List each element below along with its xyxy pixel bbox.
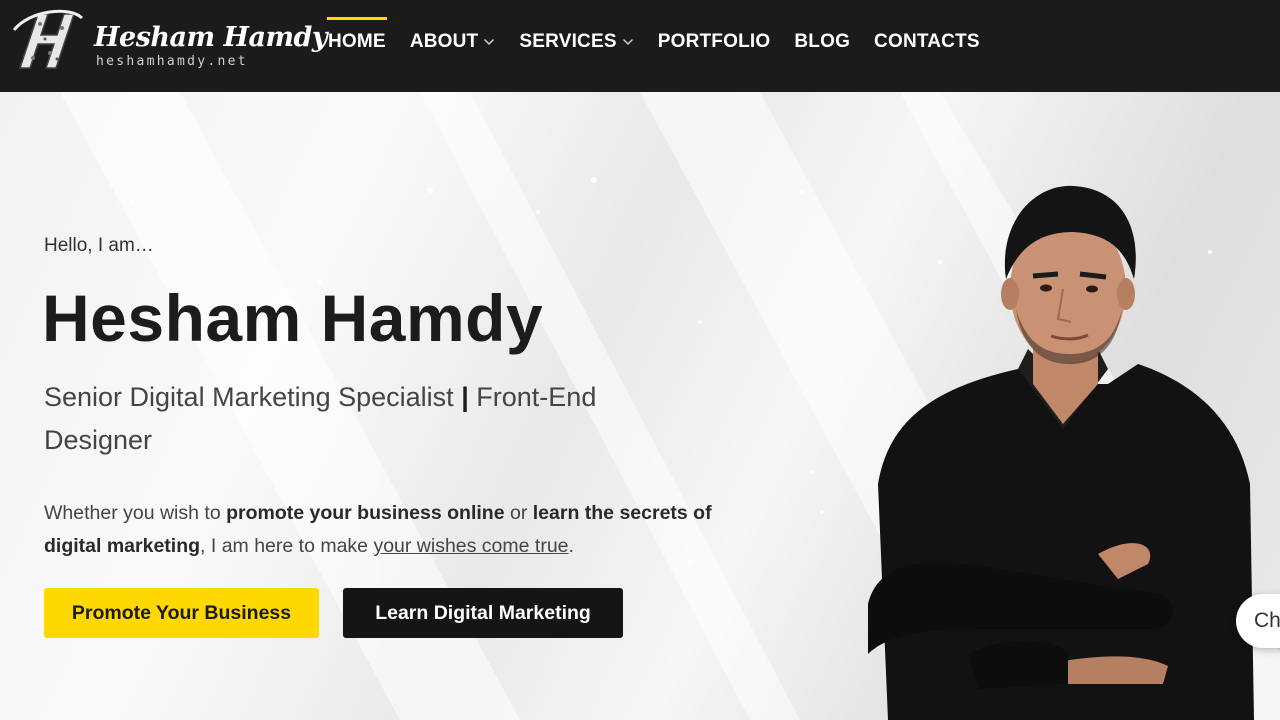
intro-link[interactable]: your wishes come true [373,535,568,557]
hero-section: Hello, I am… Hesham Hamdy Senior Digital… [0,92,1280,720]
main-nav: HOME ABOUT SERVICES PORTFOLIO BLOG CONTA… [316,0,992,92]
intro-text: or [504,502,533,524]
intro-text: , I am here to make [200,535,374,557]
hero-intro: Whether you wish to promote your busines… [44,497,724,563]
promote-business-button[interactable]: Promote Your Business [44,588,319,638]
nav-item-about[interactable]: ABOUT [398,0,508,84]
hero-title: Hesham Hamdy [42,281,544,355]
chevron-down-icon [484,38,495,46]
nav-label: HOME [328,31,386,52]
logo-h-monogram [12,9,84,69]
nav-item-home[interactable]: HOME [316,0,398,84]
profile-photo [868,185,1254,720]
nav-item-blog[interactable]: BLOG [782,0,862,84]
subtitle-role: Senior Digital Marketing Specialist [44,382,454,412]
nav-item-contacts[interactable]: CONTACTS [862,0,992,84]
hero-subtitle: Senior Digital Marketing Specialist | Fr… [44,376,644,462]
nav-label: PORTFOLIO [657,31,771,52]
intro-emphasis: promote your business online [226,502,505,524]
subtitle-separator: | [461,382,469,412]
nav-label: SERVICES [519,31,617,52]
intro-text: Whether you wish to [44,502,227,524]
nav-label: ABOUT [409,31,479,52]
nav-item-portfolio[interactable]: PORTFOLIO [646,0,783,84]
logo-name: Hesham Hamdy [94,22,328,53]
logo-domain: heshamhamdy.net [96,54,248,69]
hero-greeting: Hello, I am… [44,235,154,256]
nav-item-services[interactable]: SERVICES [507,0,645,84]
nav-label: BLOG [794,31,851,52]
intro-text: . [568,535,574,557]
site-header: Hesham Hamdy heshamhamdy.net HOME ABOUT … [0,0,1280,92]
chevron-down-icon [622,38,633,46]
site-logo[interactable]: Hesham Hamdy heshamhamdy.net [10,8,328,74]
learn-marketing-button[interactable]: Learn Digital Marketing [343,588,623,638]
nav-label: CONTACTS [874,31,980,52]
